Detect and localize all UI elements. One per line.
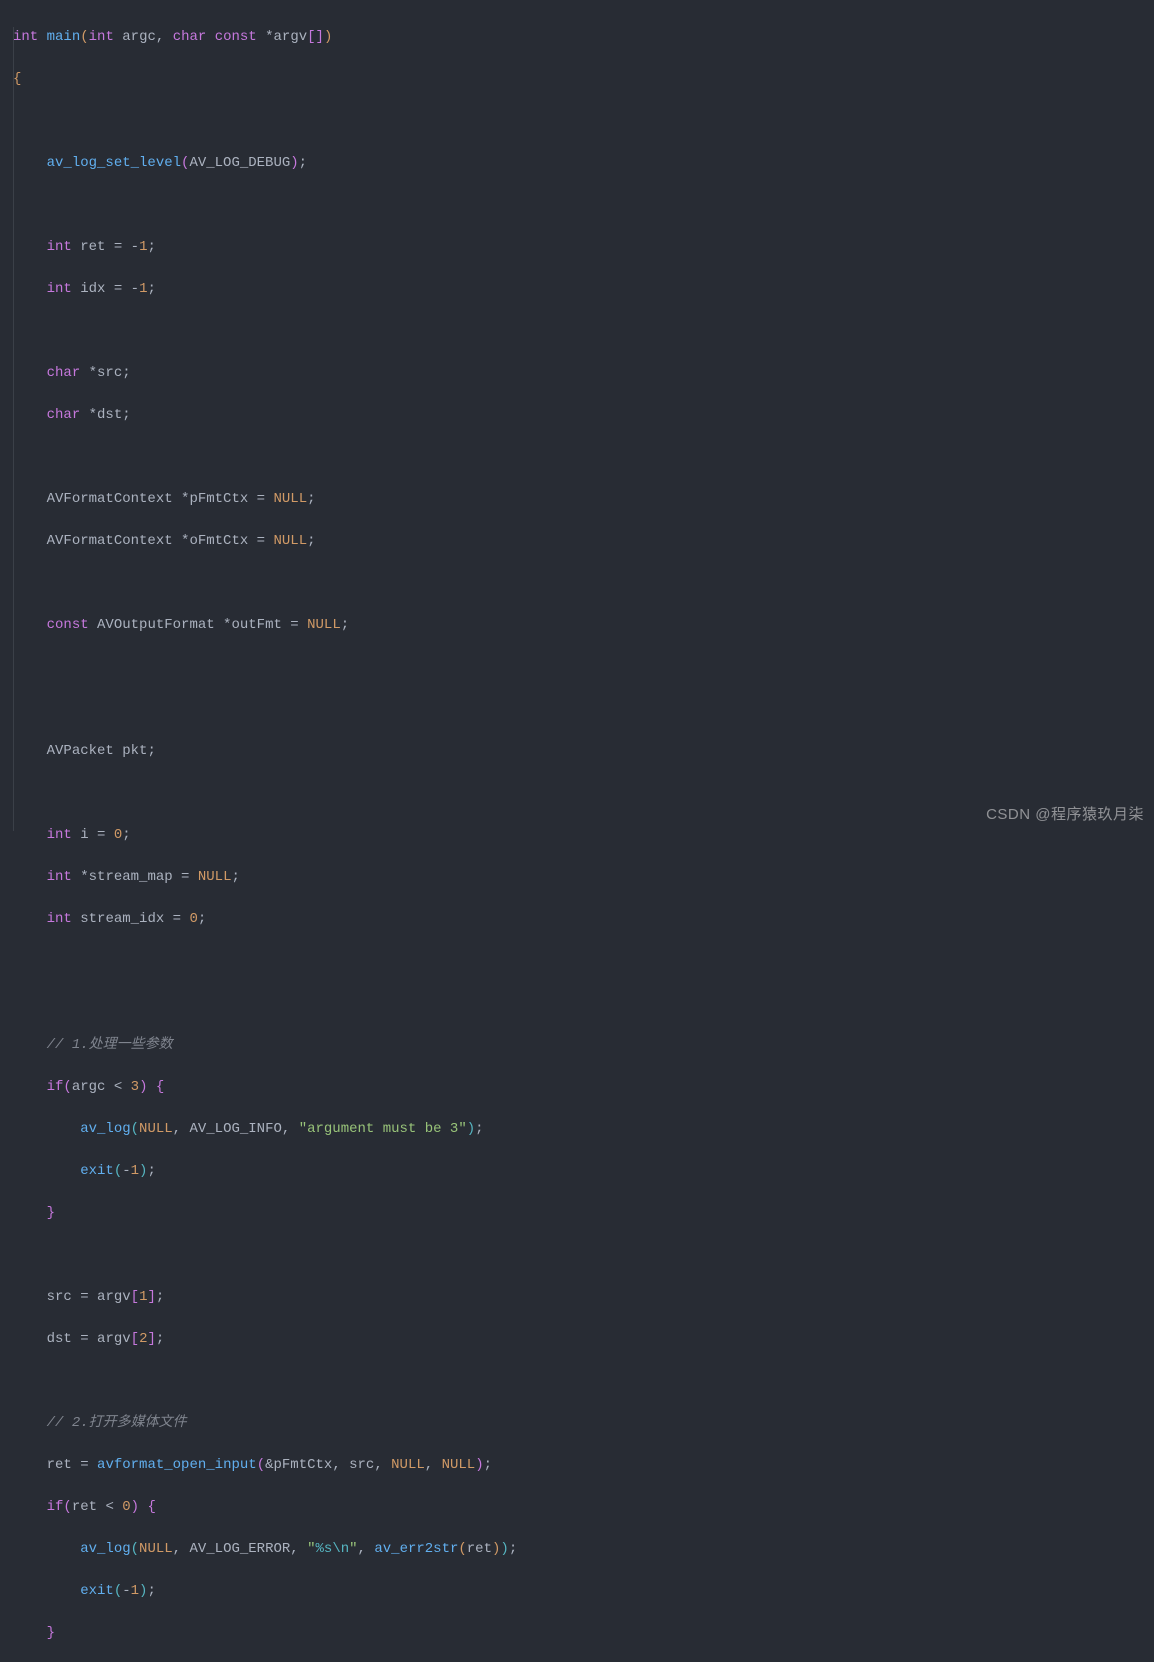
code-line bbox=[13, 657, 1154, 678]
code-line bbox=[13, 195, 1154, 216]
code-line: } bbox=[13, 1203, 1154, 1224]
watermark: CSDN @程序猿玖月柒 bbox=[986, 804, 1144, 825]
code-line: int *stream_map = NULL; bbox=[13, 867, 1154, 888]
code-line: exit(-1); bbox=[13, 1581, 1154, 1602]
code-line: av_log(NULL, AV_LOG_INFO, "argument must… bbox=[13, 1119, 1154, 1140]
code-line: av_log(NULL, AV_LOG_ERROR, "%s\n", av_er… bbox=[13, 1539, 1154, 1560]
code-line: int ret = -1; bbox=[13, 237, 1154, 258]
code-line bbox=[13, 951, 1154, 972]
code-line: ret = avformat_open_input(&pFmtCtx, src,… bbox=[13, 1455, 1154, 1476]
code-line: } bbox=[13, 1623, 1154, 1644]
code-editor[interactable]: int main(int argc, char const *argv[]) {… bbox=[0, 0, 1154, 1662]
code-line: if(argc < 3) { bbox=[13, 1077, 1154, 1098]
indent-guide-1 bbox=[13, 27, 14, 831]
code-line bbox=[13, 321, 1154, 342]
code-line bbox=[13, 699, 1154, 720]
code-line: src = argv[1]; bbox=[13, 1287, 1154, 1308]
code-line: // 2.打开多媒体文件 bbox=[13, 1413, 1154, 1434]
code-line bbox=[13, 1245, 1154, 1266]
code-line bbox=[13, 573, 1154, 594]
code-line: // 1.处理一些参数 bbox=[13, 1035, 1154, 1056]
code-line: int i = 0; bbox=[13, 825, 1154, 846]
fn-main: main bbox=[47, 29, 81, 45]
code-line: av_log_set_level(AV_LOG_DEBUG); bbox=[13, 153, 1154, 174]
code-line: AVPacket pkt; bbox=[13, 741, 1154, 762]
code-line bbox=[13, 111, 1154, 132]
code-line: char *src; bbox=[13, 363, 1154, 384]
code-line: int main(int argc, char const *argv[]) bbox=[13, 27, 1154, 48]
code-line: dst = argv[2]; bbox=[13, 1329, 1154, 1350]
code-line: int idx = -1; bbox=[13, 279, 1154, 300]
code-line bbox=[13, 447, 1154, 468]
code-line: int stream_idx = 0; bbox=[13, 909, 1154, 930]
code-line bbox=[13, 1371, 1154, 1392]
keyword-int: int bbox=[13, 29, 38, 45]
code-line: char *dst; bbox=[13, 405, 1154, 426]
code-line bbox=[13, 783, 1154, 804]
code-line bbox=[13, 993, 1154, 1014]
code-line: const AVOutputFormat *outFmt = NULL; bbox=[13, 615, 1154, 636]
code-line: AVFormatContext *pFmtCtx = NULL; bbox=[13, 489, 1154, 510]
code-line: exit(-1); bbox=[13, 1161, 1154, 1182]
code-line: if(ret < 0) { bbox=[13, 1497, 1154, 1518]
code-line: AVFormatContext *oFmtCtx = NULL; bbox=[13, 531, 1154, 552]
code-line: { bbox=[13, 69, 1154, 90]
